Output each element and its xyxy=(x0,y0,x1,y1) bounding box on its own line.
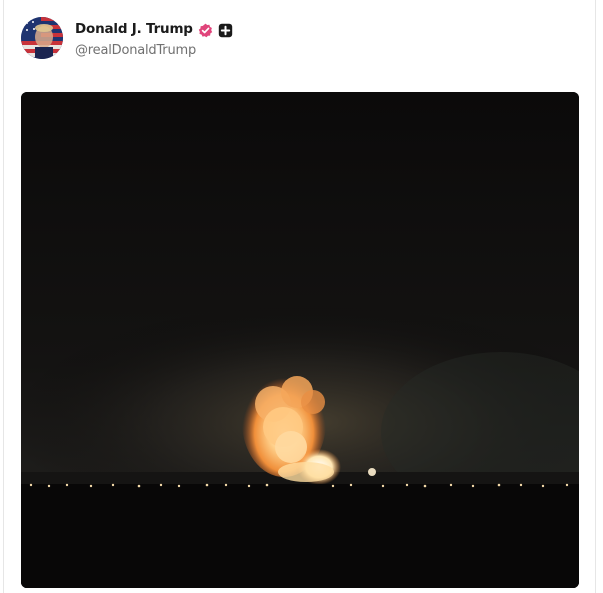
post-card: Donald J. Trump @realDonaldTrump xyxy=(3,0,596,593)
author-names: Donald J. Trump @realDonaldTrump xyxy=(75,19,233,57)
verified-badge-icon xyxy=(198,23,213,38)
avatar-flag-icon xyxy=(21,17,63,59)
avatar[interactable] xyxy=(21,17,63,59)
author-handle[interactable]: @realDonaldTrump xyxy=(75,44,233,57)
post-media-image[interactable] xyxy=(21,92,579,588)
author-display-name[interactable]: Donald J. Trump xyxy=(75,23,193,37)
explosion-image xyxy=(21,92,579,588)
post-header: Donald J. Trump @realDonaldTrump xyxy=(21,15,233,61)
name-row: Donald J. Trump xyxy=(75,19,233,41)
plus-square-badge-icon xyxy=(218,23,233,38)
